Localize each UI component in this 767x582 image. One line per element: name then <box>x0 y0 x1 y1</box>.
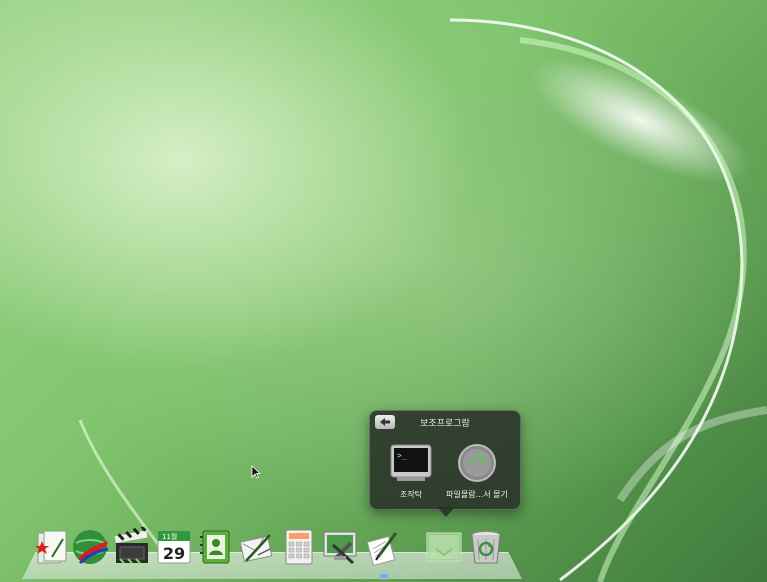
dock-item-browser[interactable] <box>70 527 110 567</box>
dock-item-star-app[interactable] <box>30 527 70 567</box>
dock-item-trash[interactable] <box>466 527 506 567</box>
stack-popup-pointer <box>437 507 455 517</box>
dock-item-mail[interactable] <box>236 527 276 567</box>
desktop[interactable]: 보조프로그람 >_ 조작탁 파일몰람...서 몰기 11월 29 <box>0 0 767 582</box>
calendar-icon: 11월 29 <box>157 530 191 564</box>
calendar-day: 29 <box>163 544 185 563</box>
stack-title: 보조프로그람 <box>420 419 470 429</box>
letter-mail-icon <box>239 534 273 563</box>
stack-item-file-sharing[interactable]: 파일몰람...서 몰기 <box>442 439 512 501</box>
stack-item-label: 조작탁 <box>399 490 423 499</box>
dock-item-calculator[interactable] <box>279 527 319 567</box>
document-pen-icon <box>366 532 398 567</box>
calculator-icon <box>285 529 313 565</box>
svg-text:>_: >_ <box>397 451 407 460</box>
mouse-pointer-icon <box>251 465 261 479</box>
trash-icon <box>471 531 501 564</box>
dock-running-indicator <box>380 574 388 578</box>
dock-item-video[interactable] <box>112 527 152 567</box>
clapperboard-video-icon <box>114 527 148 564</box>
stack-folder-icon <box>426 532 462 562</box>
calendar-month: 11월 <box>162 532 177 541</box>
stack-popup: 보조프로그람 >_ 조작탁 파일몰람...서 몰기 <box>369 410 521 510</box>
dock-item-calendar[interactable]: 11월 29 <box>154 527 194 567</box>
globe-browser-icon <box>73 530 109 565</box>
file-sharing-icon <box>458 444 496 482</box>
stack-item-terminal[interactable]: >_ 조작탁 <box>376 439 446 501</box>
terminal-icon: >_ <box>390 444 432 481</box>
dock-item-system-tools[interactable] <box>321 527 361 567</box>
dock-item-document-editor[interactable] <box>362 527 402 567</box>
system-tools-icon <box>323 531 357 565</box>
address-book-icon <box>200 530 230 564</box>
dock-item-stack-folder[interactable] <box>424 527 464 567</box>
star-app-icon <box>35 530 67 564</box>
stack-item-label: 파일몰람...서 몰기 <box>446 490 508 499</box>
dock-item-address-book[interactable] <box>196 527 236 567</box>
